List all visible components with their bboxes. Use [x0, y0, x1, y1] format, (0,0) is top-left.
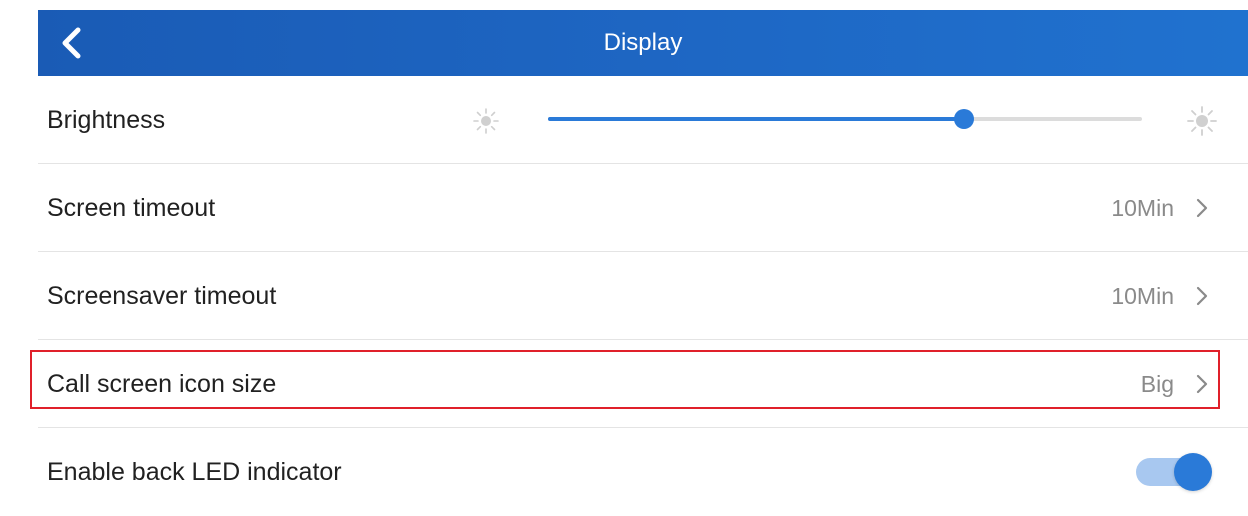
back-led-row: Enable back LED indicator: [38, 428, 1248, 516]
screensaver-timeout-value: 10Min: [1111, 283, 1174, 309]
chevron-right-icon: [1196, 198, 1208, 218]
screen-timeout-row[interactable]: Screen timeout 10Min: [38, 164, 1248, 252]
chevron-right-icon: [1196, 286, 1208, 306]
brightness-label: Brightness: [47, 106, 166, 134]
call-screen-icon-size-value: Big: [1140, 371, 1174, 397]
screensaver-timeout-row[interactable]: Screensaver timeout 10Min: [38, 252, 1248, 340]
call-screen-icon-size-label: Call screen icon size: [47, 370, 277, 398]
chevron-right-icon: [1196, 374, 1208, 394]
sun-small-icon: [473, 108, 499, 134]
toggle-thumb: [1174, 453, 1212, 491]
sun-large-icon: [1187, 106, 1217, 136]
page-title: Display: [603, 29, 683, 56]
screen-timeout-label: Screen timeout: [47, 194, 216, 222]
screensaver-timeout-label: Screensaver timeout: [47, 282, 277, 310]
call-screen-icon-size-row[interactable]: Call screen icon size Big: [38, 340, 1248, 428]
screen-timeout-value: 10Min: [1111, 195, 1174, 221]
back-led-toggle[interactable]: [1136, 453, 1214, 491]
brightness-slider[interactable]: [548, 109, 1142, 129]
slider-fill: [548, 117, 964, 121]
back-led-label: Enable back LED indicator: [47, 458, 342, 486]
slider-thumb[interactable]: [953, 109, 974, 129]
title-bar: Display: [38, 10, 1248, 76]
brightness-row: Brightness: [38, 76, 1248, 164]
